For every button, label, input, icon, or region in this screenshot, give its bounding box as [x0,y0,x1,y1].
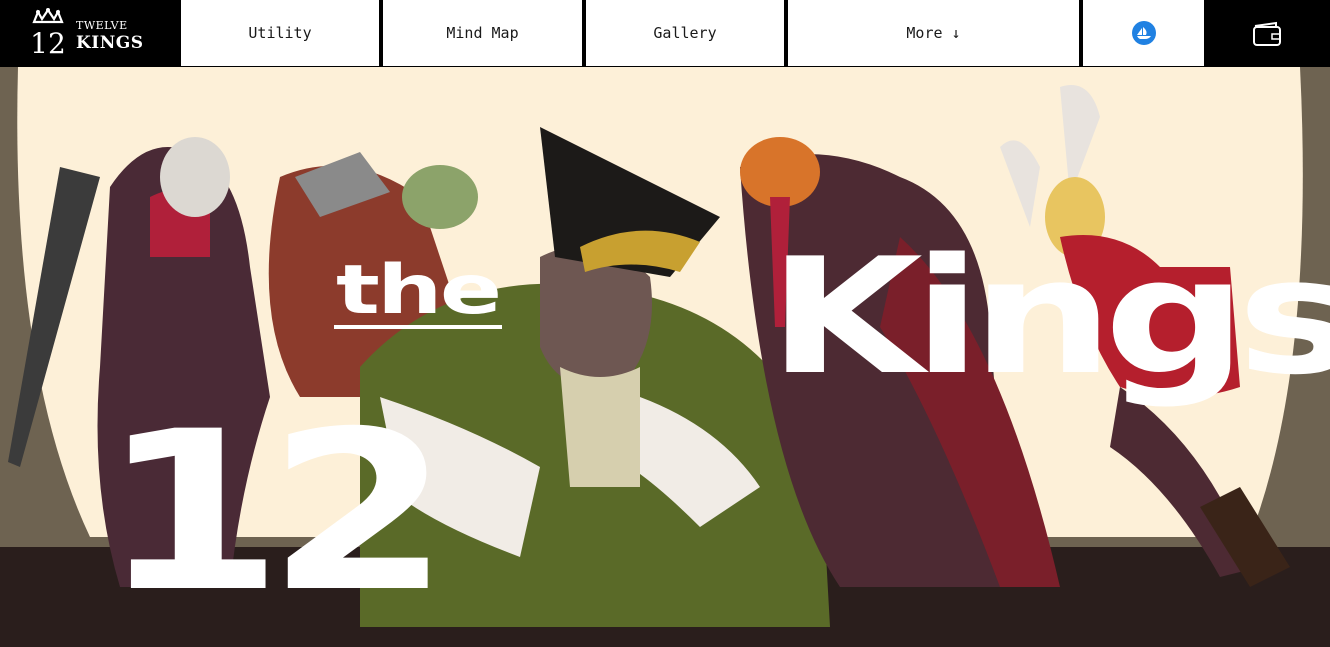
hero-section: the Kings 12 [0,67,1330,647]
nav-mind-map[interactable]: Mind Map [383,0,582,66]
crown-icon: 12 [30,8,66,58]
the-underline [334,325,502,329]
opensea-icon [1131,21,1156,45]
brand-name-bottom: KINGS [76,33,144,53]
hero-number-12: 12 [100,384,451,640]
logo-number: 12 [30,27,66,58]
nav-utility[interactable]: Utility [181,0,379,66]
brand-name-top: TWELVE [76,19,128,32]
brand-logo[interactable]: 12 TWELVE KINGS [0,0,181,67]
wallet-button[interactable] [1204,0,1330,67]
wallet-icon [1253,21,1281,46]
hero-word-the: the [336,251,502,330]
nav-more-dropdown[interactable]: More ↓ [788,0,1079,66]
nav-gallery[interactable]: Gallery [586,0,784,66]
top-navigation: 12 TWELVE KINGS Utility Mind Map Gallery… [0,0,1330,67]
hero-word-kings: Kings [768,223,1330,410]
opensea-button[interactable] [1083,0,1204,66]
